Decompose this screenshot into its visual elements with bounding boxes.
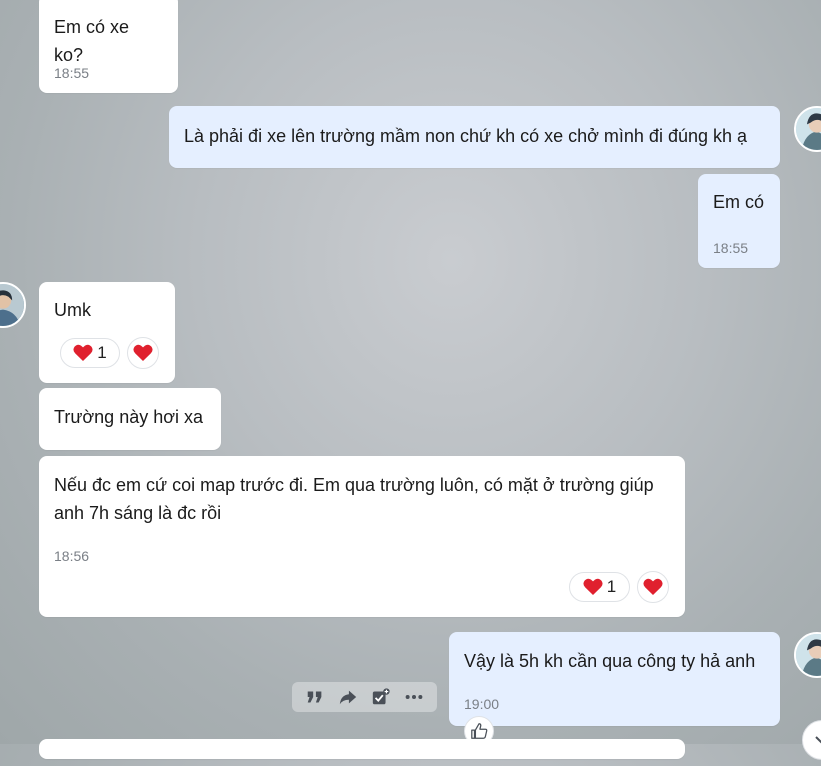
message-bubble[interactable]: Em có xe ko? 18:55 xyxy=(39,0,178,93)
message-text: Umk xyxy=(54,300,91,320)
message-bubble[interactable]: Là phải đi xe lên trường mầm non chứ kh … xyxy=(169,106,780,168)
heart-icon xyxy=(643,578,663,595)
avatar-image xyxy=(796,634,821,676)
message-action-toolbar xyxy=(292,682,437,712)
heart-icon xyxy=(583,578,603,595)
reaction-summary[interactable]: 1 xyxy=(60,338,120,368)
message-text: Nếu đc em cứ coi map trước đi. Em qua tr… xyxy=(54,475,659,523)
avatar-image xyxy=(0,284,24,326)
message-bubble[interactable]: Vậy là 5h kh cần qua công ty hả anh 19:0… xyxy=(449,632,780,726)
message-time: 19:00 xyxy=(464,696,500,712)
message-text: Vậy là 5h kh cần qua công ty hả anh xyxy=(464,651,756,671)
task-icon[interactable] xyxy=(370,686,392,708)
add-reaction-button[interactable] xyxy=(127,337,159,369)
sender-avatar[interactable] xyxy=(794,632,821,678)
message-time: 18:55 xyxy=(713,240,749,256)
quote-icon[interactable] xyxy=(304,686,326,708)
reaction-count: 1 xyxy=(606,577,617,596)
message-text: Trường này hơi xa xyxy=(54,407,204,427)
more-icon[interactable] xyxy=(403,686,425,708)
message-bubble[interactable]: Trường này hơi xa xyxy=(39,388,221,450)
heart-icon xyxy=(73,344,93,361)
heart-icon xyxy=(133,344,153,361)
chevron-down-icon xyxy=(815,736,821,744)
message-time: 18:55 xyxy=(54,65,90,81)
message-text: Là phải đi xe lên trường mầm non chứ kh … xyxy=(184,126,748,146)
contact-avatar[interactable] xyxy=(0,282,26,328)
message-bubble[interactable] xyxy=(39,739,685,759)
add-reaction-button[interactable] xyxy=(637,571,669,603)
message-bubble[interactable]: Em có 18:55 xyxy=(698,174,780,268)
message-text: Em có xyxy=(713,192,765,212)
avatar-image xyxy=(796,108,821,150)
reaction-count: 1 xyxy=(97,343,107,362)
sender-avatar[interactable] xyxy=(794,106,821,152)
scroll-to-bottom-button[interactable] xyxy=(802,720,821,760)
reaction-summary[interactable]: 1 xyxy=(569,572,630,602)
thumbs-up-icon xyxy=(471,723,488,739)
forward-icon[interactable] xyxy=(337,686,359,708)
message-time: 18:56 xyxy=(54,548,90,564)
